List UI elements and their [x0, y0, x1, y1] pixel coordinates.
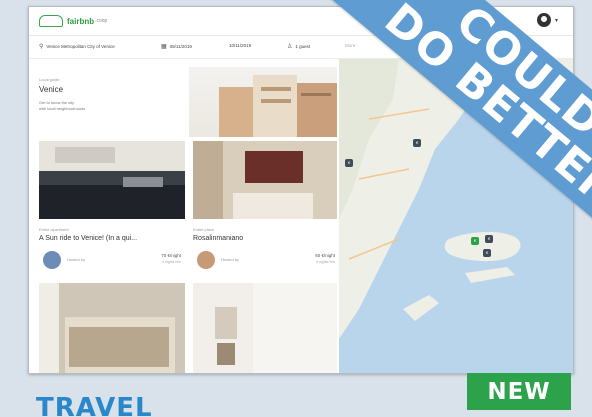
map-price-marker[interactable]: €	[483, 249, 492, 257]
logo-mark-icon	[39, 15, 63, 27]
listing-photo-bed[interactable]	[39, 283, 185, 373]
checkout-filter[interactable]: 10/11/2019	[229, 43, 251, 48]
listing-meta-2: Entire place Rosalinmaniano	[193, 227, 243, 242]
listing-title[interactable]: A Sun ride to Venice! (In a qui...	[39, 235, 137, 242]
host-label: Hosted by	[221, 257, 240, 262]
listing-type: Entire place	[193, 227, 215, 232]
guests-filter[interactable]: ♙ 1 guest	[287, 43, 310, 50]
map-price-marker[interactable]: €	[345, 159, 354, 167]
user-avatar-icon[interactable]	[537, 13, 551, 27]
listing-min-nights: 4 nights min	[316, 260, 335, 264]
listing-column: Local guide Venice Get to know the city …	[29, 59, 339, 373]
location-pin-icon: ⚲	[39, 44, 44, 50]
more-filter[interactable]: More	[345, 43, 355, 48]
user-icon: ♙	[287, 44, 293, 50]
listing-photo-room[interactable]	[193, 283, 337, 373]
map-price-marker[interactable]: €	[471, 237, 480, 245]
location-filter-label: Venice Metropolitan City of Venice	[46, 44, 115, 49]
more-filter-label: More	[345, 43, 356, 48]
listing-photo-kitchen[interactable]	[39, 141, 185, 219]
city-intro: Local guide Venice Get to know the city …	[39, 77, 179, 112]
listing-price: 70 €/night	[161, 253, 181, 258]
city-hero-image	[189, 67, 337, 137]
checkin-filter[interactable]: ▦ 08/11/2019	[161, 43, 192, 50]
host-avatar[interactable]	[197, 251, 215, 269]
map-price-marker[interactable]: €	[485, 235, 494, 243]
intro-description-line-2: with local neighbourhoods	[39, 106, 86, 111]
host-avatar[interactable]	[43, 251, 61, 269]
listing-min-nights: 4 nights min	[162, 260, 181, 264]
logo-sub: .coop	[95, 18, 108, 24]
intro-kicker: Local guide	[39, 77, 60, 82]
article-card[interactable]: fairbnb .coop ▾ ⚲ Venice Metropolitan Ci…	[0, 0, 592, 417]
listing-meta-1: Entire apartment A Sun ride to Venice! (…	[39, 227, 137, 242]
checkin-filter-label: 08/11/2019	[169, 44, 192, 49]
listing-price: 60 €/night	[315, 253, 335, 258]
calendar-icon: ▦	[161, 44, 167, 50]
listing-type: Entire apartment	[39, 227, 69, 232]
guests-filter-label: 1 guest	[295, 44, 311, 49]
intro-title: Venice	[39, 85, 64, 94]
new-badge: NEW	[467, 373, 571, 410]
map-price-marker[interactable]: €	[413, 139, 422, 147]
category-label: TRAVEL	[36, 393, 153, 417]
chevron-down-icon[interactable]: ▾	[555, 17, 558, 24]
listing-title[interactable]: Rosalinmaniano	[193, 235, 243, 242]
listing-photo-bedroom[interactable]	[193, 141, 337, 219]
host-label: Hosted by	[67, 257, 86, 262]
checkout-filter-label: 10/11/2019	[229, 43, 252, 48]
logo[interactable]: fairbnb .coop	[39, 15, 107, 27]
location-filter[interactable]: ⚲ Venice Metropolitan City of Venice	[39, 43, 115, 50]
logo-text: fairbnb	[67, 16, 95, 26]
